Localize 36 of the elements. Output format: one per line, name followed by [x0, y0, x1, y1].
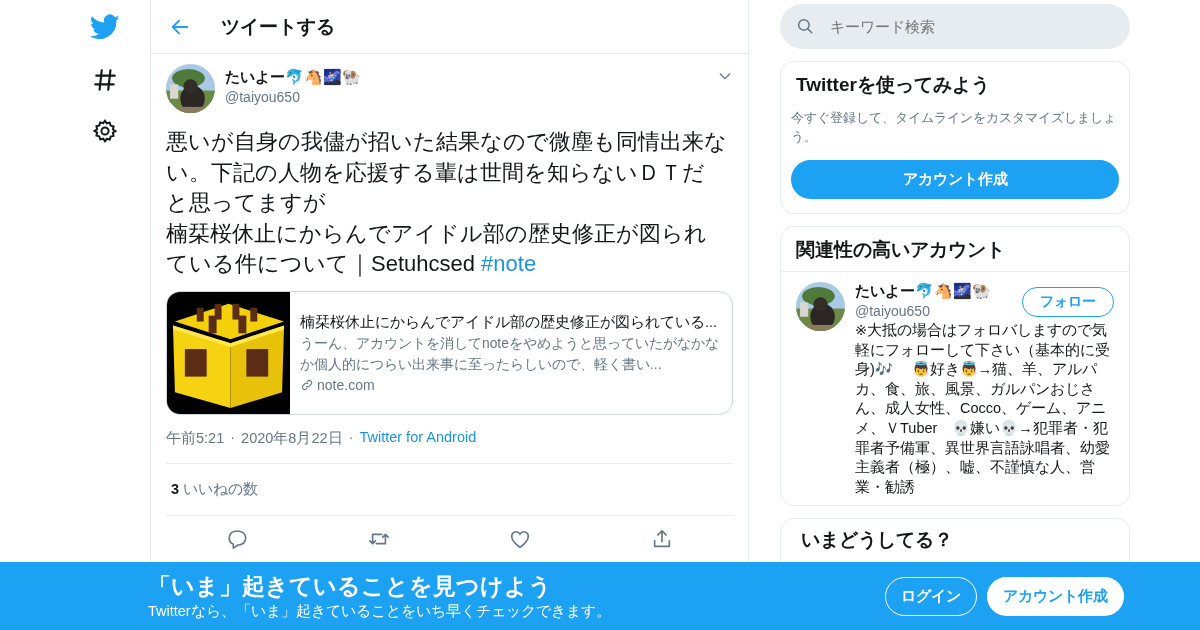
- card-title: 楠栞桜休止にからんでアイドル部の歴史修正が図られている...: [300, 312, 719, 332]
- account-handle[interactable]: @taiyou650: [855, 303, 991, 319]
- speech-bubble-icon[interactable]: [225, 527, 248, 550]
- tweet-text: 悪いが自身の我儘が招いた結果なので微塵も同情出来ない。下記の人物を応援する輩は世間を知らないＤＴだと思ってますが: [166, 128, 727, 217]
- link-icon: [300, 378, 314, 392]
- separator-dot: ·: [229, 428, 237, 447]
- bird-logo-icon[interactable]: [90, 12, 120, 42]
- settings-icon[interactable]: [92, 118, 118, 144]
- card-description: うーん、アカウントを消してnoteをやめようと思っていたがなかなか個人的につらい出来事に至ったらしいので、軽く書い...: [300, 334, 720, 374]
- tweet-date[interactable]: 2020年8月22日: [241, 428, 343, 448]
- separator-dot: ·: [347, 428, 355, 447]
- banner-subtitle: Twitterなら、「いま」起きていることをいち早くチェックできます。: [148, 602, 611, 621]
- card-heading: Twitterを使ってみよう: [796, 73, 991, 97]
- account-bio: ※大抵の場合はフォロバしますので気軽にフォローして下さい（基本的に受身)🎶 👼好き👼→猫、羊、アルパカ、食、旅、風景、ガルパンおじさん、成人女性、Cocco、ゲーム、アニメ、ＶTuber 💀嫌い💀→犯罪者・犯罪者予備軍、異世界言語詠唱者、幼愛主義者（極）、嘘、不謹慎な人、営業・勧誘: [855, 321, 1111, 497]
- signup-button[interactable]: アカウント作成: [987, 576, 1124, 616]
- card-heading: 関連性の高いアカウント: [781, 237, 1129, 272]
- link-card[interactable]: 楠栞桜休止にからんでアイドル部の歴史修正が図られている... うーん、アカウントを消してnoteをやめようと思っていたがなかなか個人的につらい出来事に至ったらしいので、軽く書い... note.com: [166, 290, 733, 415]
- like-label[interactable]: いいねの数: [183, 480, 259, 497]
- tweet-text: 楠栞桜休止にからんでアイドル部の歴史修正が図られている件について｜Setuhcsed #note: [166, 219, 708, 279]
- tweet-time[interactable]: 午前5:21: [166, 428, 225, 448]
- card-heading: いまどうしてる？: [801, 528, 954, 553]
- hashtag-link[interactable]: #note: [481, 251, 537, 276]
- account-name[interactable]: たいよー🐬🐴🌌🐏: [855, 282, 991, 301]
- author-handle[interactable]: @taiyou650: [225, 89, 707, 105]
- follow-button[interactable]: フォロー: [1022, 287, 1114, 317]
- like-count[interactable]: 3: [171, 480, 180, 497]
- banner-title: 「いま」起きていることを見つけよう: [148, 572, 553, 601]
- page-title: ツイートする: [221, 14, 335, 39]
- signup-text: 今すぐ登録して、タイムラインをカスタマイズしましょう。: [791, 109, 1117, 146]
- signup-button[interactable]: アカウント作成: [791, 160, 1119, 199]
- source-link[interactable]: Twitter for Android: [359, 428, 477, 448]
- hashtag-icon[interactable]: [92, 67, 118, 93]
- author-name[interactable]: たいよー🐬🐴🌌🐏: [225, 68, 707, 87]
- card-domain: note.com: [317, 375, 375, 395]
- search-field[interactable]: キーワード検索: [780, 4, 1130, 49]
- search-icon: [796, 17, 814, 35]
